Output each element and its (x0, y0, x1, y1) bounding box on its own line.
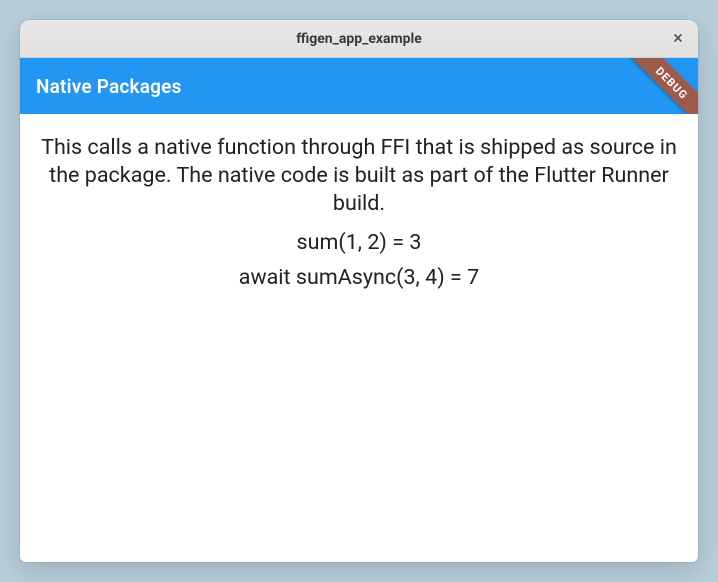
appbar: Native Packages DEBUG (20, 58, 698, 114)
appbar-title: Native Packages (36, 75, 182, 98)
app-window: ffigen_app_example × Native Packages DEB… (20, 20, 698, 562)
sum-async-result-text: await sumAsync(3, 4) = 7 (239, 265, 480, 290)
close-icon[interactable]: × (668, 29, 688, 49)
description-text: This calls a native function through FFI… (40, 134, 678, 218)
debug-banner-label: DEBUG (622, 58, 698, 114)
window-title: ffigen_app_example (296, 31, 422, 47)
content-area: This calls a native function through FFI… (20, 114, 698, 562)
titlebar: ffigen_app_example × (20, 20, 698, 58)
debug-banner: DEBUG (598, 58, 698, 114)
sum-result-text: sum(1, 2) = 3 (297, 230, 422, 255)
